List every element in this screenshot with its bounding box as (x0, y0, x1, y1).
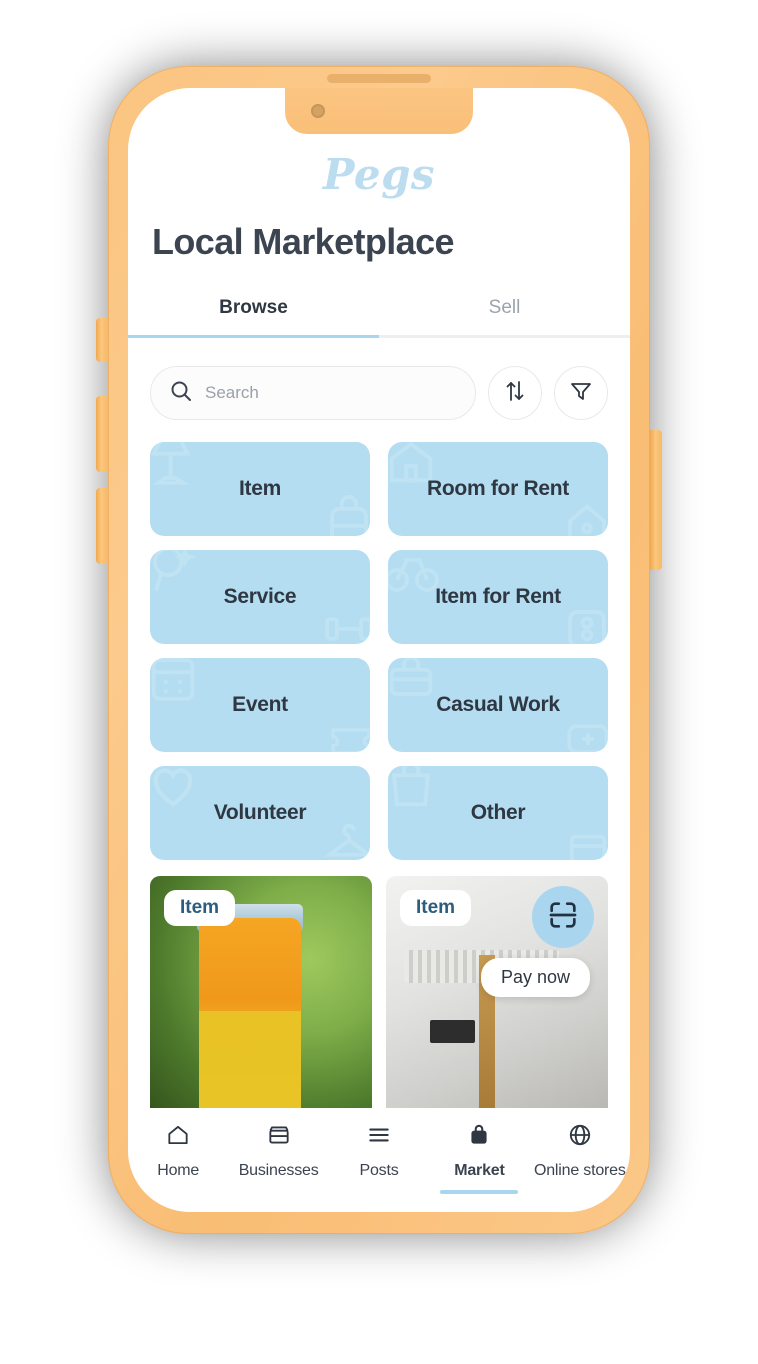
calendar-icon (151, 658, 195, 701)
nav-label: Businesses (238, 1162, 319, 1179)
nav-item-online-stores[interactable]: Online stores (530, 1122, 630, 1180)
category-card-item-for-rent[interactable]: Item for Rent (388, 550, 608, 644)
magnifier-icon (152, 550, 197, 592)
scan-pay-button[interactable] (532, 886, 594, 948)
hanger-icon (323, 823, 370, 857)
listings-row: Item Item Pay now (150, 876, 608, 1108)
tab-sell[interactable]: Sell (379, 297, 630, 335)
category-label: Service (223, 585, 297, 608)
phone-silent-switch[interactable] (96, 318, 108, 362)
category-card-room-for-rent[interactable]: Room for Rent (388, 442, 608, 536)
category-card-event[interactable]: Event (150, 658, 370, 752)
sort-button[interactable] (488, 366, 542, 420)
home-icon (165, 1122, 191, 1153)
globe-icon (567, 1122, 593, 1153)
tab-browse[interactable]: Browse (128, 297, 379, 335)
category-label: Casual Work (436, 693, 560, 716)
category-label: Room for Rent (427, 477, 569, 500)
content-area: Item Room for Rent (128, 338, 630, 1108)
bicycle-icon (388, 558, 439, 592)
nav-item-posts[interactable]: Posts (329, 1122, 429, 1180)
category-card-casual-work[interactable]: Casual Work (388, 658, 608, 752)
heart-icon (153, 768, 193, 807)
search-icon (169, 379, 193, 408)
list-lines-icon (366, 1122, 392, 1153)
storefront-icon (266, 1122, 292, 1153)
shopping-bag-icon (391, 766, 431, 807)
phone-screen: Pegs Local Marketplace Browse Sell Searc… (128, 88, 630, 1212)
phone-speaker-grille (327, 74, 431, 83)
ticket-icon (331, 728, 370, 752)
front-camera-icon (311, 104, 325, 118)
category-card-service[interactable]: Service (150, 550, 370, 644)
screenshot-stage: Pegs Local Marketplace Browse Sell Searc… (0, 0, 758, 1364)
category-label: Other (470, 801, 526, 824)
listing-badge: Item (164, 890, 236, 926)
category-card-volunteer[interactable]: Volunteer (150, 766, 370, 860)
app-root: Pegs Local Marketplace Browse Sell Searc… (128, 88, 630, 1212)
phone-notch (285, 88, 473, 134)
sort-arrows-icon (503, 379, 527, 408)
category-label: Event (232, 693, 288, 716)
scan-qr-icon (546, 898, 580, 937)
filter-funnel-icon (569, 379, 593, 408)
app-logo: Pegs (322, 150, 436, 199)
pay-now-button[interactable]: Pay now (480, 958, 590, 997)
dice-icon (568, 610, 606, 644)
category-label: Item for Rent (435, 585, 561, 608)
dumbbell-icon (325, 617, 370, 641)
category-label: Item (239, 477, 281, 500)
tab-bar: Browse Sell (128, 297, 630, 338)
category-card-other[interactable]: Other (388, 766, 608, 860)
category-grid: Item Room for Rent Service Item for Rent… (150, 442, 608, 860)
listing-card-2[interactable]: Item Pay now (386, 876, 608, 1108)
nav-label: Online stores (533, 1162, 626, 1179)
listing-card-1[interactable]: Item (150, 876, 372, 1108)
category-label: Volunteer (213, 801, 307, 824)
shopping-bag-filled-icon (466, 1122, 492, 1153)
search-box[interactable] (150, 366, 476, 420)
first-aid-icon (567, 724, 608, 752)
backpack-icon (330, 494, 368, 536)
lamp-icon (150, 442, 191, 485)
toolbox-icon (389, 658, 433, 696)
search-input[interactable] (205, 383, 457, 403)
listing-badge: Item (400, 890, 472, 926)
phone-volume-down-button[interactable] (96, 488, 108, 564)
page-title: Local Marketplace (152, 221, 455, 262)
filter-button[interactable] (554, 366, 608, 420)
bottom-navigation: Home Businesses Posts Market Online stor… (128, 1108, 630, 1212)
nav-item-market[interactable]: Market (429, 1122, 529, 1194)
nav-item-home[interactable]: Home (128, 1122, 228, 1180)
nav-item-businesses[interactable]: Businesses (228, 1122, 328, 1180)
nav-label: Home (157, 1162, 200, 1179)
nav-label: Market (454, 1162, 505, 1179)
category-card-item[interactable]: Item (150, 442, 370, 536)
phone-volume-up-button[interactable] (96, 396, 108, 472)
search-row (150, 366, 608, 420)
nav-label: Posts (359, 1162, 399, 1179)
phone-power-button[interactable] (650, 430, 662, 570)
box-icon (569, 834, 607, 860)
